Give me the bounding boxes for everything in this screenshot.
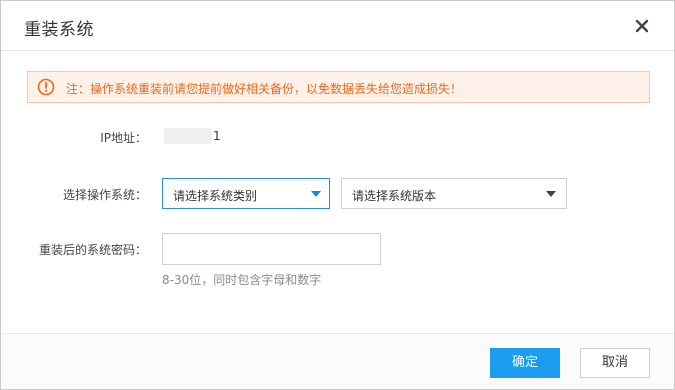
backup-notice: 注：操作系统重装前请您提前做好相关备份，以免数据丢失给您造成损失！ [27,71,650,103]
notice-text: 注：操作系统重装前请您提前做好相关备份，以免数据丢失给您造成损失！ [66,82,463,96]
password-input[interactable] [162,233,381,265]
password-hint: 8-30位，同时包含字母和数字 [162,273,322,287]
confirm-button[interactable]: 确定 [490,348,560,378]
chevron-down-icon [546,191,556,197]
ip-address-value: 1 [213,129,221,143]
ip-address-label: IP地址： [100,131,147,145]
os-type-select[interactable]: 请选择系统类别 [162,178,330,209]
close-icon[interactable] [631,15,653,37]
os-label: 选择操作系统： [62,188,147,202]
cancel-button[interactable]: 取消 [580,348,650,378]
os-type-select-value: 请选择系统类别 [173,189,258,203]
password-label: 重装后的系统密码： [38,243,147,257]
dialog-footer: 确定 取消 [1,333,674,389]
os-version-select[interactable]: 请选择系统版本 [341,178,567,209]
ip-address-mask [164,128,212,144]
os-version-select-value: 请选择系统版本 [352,189,437,203]
chevron-down-icon [311,191,321,197]
reinstall-system-dialog: 重装系统 注：操作系统重装前请您提前做好相关备份，以免数据丢失给您造成损失！ I… [0,0,675,390]
dialog-title: 重装系统 [24,20,94,40]
dialog-header: 重装系统 [1,1,674,51]
warning-circle-icon [37,78,55,96]
